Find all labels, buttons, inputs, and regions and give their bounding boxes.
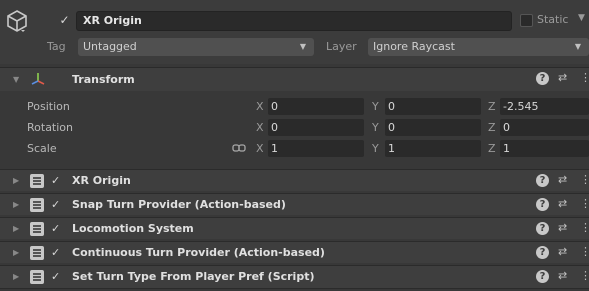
- help-icon[interactable]: ?: [536, 174, 549, 187]
- preset-icon[interactable]: ⇄: [558, 173, 567, 186]
- active-checkbox[interactable]: ✓: [58, 14, 71, 27]
- component-title: Snap Turn Provider (Action-based): [72, 198, 286, 211]
- more-icon[interactable]: ⋮: [580, 221, 589, 234]
- help-icon[interactable]: ?: [536, 270, 549, 283]
- more-icon[interactable]: ⋮: [580, 269, 589, 282]
- scale-x-label[interactable]: X: [256, 142, 264, 155]
- component-continuous-turn-provider[interactable]: ▶ ✓ Continuous Turn Provider (Action-bas…: [0, 241, 589, 263]
- foldout-arrow-icon[interactable]: ▶: [13, 224, 19, 233]
- position-y-field[interactable]: 0: [385, 98, 481, 115]
- component-enabled-checkbox[interactable]: ✓: [51, 270, 60, 283]
- script-icon: [30, 198, 44, 212]
- transform-title: Transform: [72, 73, 135, 86]
- constrain-proportions-link-icon[interactable]: [232, 143, 246, 153]
- scale-z-label[interactable]: Z: [488, 142, 496, 155]
- rotation-label: Rotation: [27, 121, 74, 134]
- preset-icon[interactable]: ⇄: [558, 71, 567, 84]
- scale-y-label[interactable]: Y: [372, 142, 379, 155]
- layer-label: Layer: [326, 40, 357, 53]
- position-z-label[interactable]: Z: [488, 100, 496, 113]
- component-xr-origin[interactable]: ▶ ✓ XR Origin ? ⇄ ⋮: [0, 169, 589, 191]
- chevron-down-icon: ▼: [574, 42, 581, 51]
- help-icon[interactable]: ?: [536, 72, 549, 85]
- component-title: Continuous Turn Provider (Action-based): [72, 246, 325, 259]
- foldout-arrow-icon[interactable]: ▶: [13, 200, 19, 209]
- preset-icon[interactable]: ⇄: [558, 197, 567, 210]
- rotation-x-field[interactable]: 0: [268, 119, 364, 136]
- gameobject-header: ✓ XR Origin Static ▼ Tag Untagged ▼ Laye…: [0, 0, 589, 64]
- chevron-down-icon: ▼: [299, 42, 306, 51]
- component-title: Locomotion System: [72, 222, 194, 235]
- gameobject-cube-icon: [7, 10, 27, 32]
- component-title: Set Turn Type From Player Pref (Script): [72, 270, 315, 283]
- component-enabled-checkbox[interactable]: ✓: [51, 246, 60, 259]
- position-x-label[interactable]: X: [256, 100, 264, 113]
- component-title: XR Origin: [72, 174, 131, 187]
- position-z-field[interactable]: -2.545: [500, 98, 589, 115]
- tag-dropdown[interactable]: Untagged ▼: [78, 38, 314, 56]
- script-icon: [30, 246, 44, 260]
- gameobject-name-field[interactable]: XR Origin: [76, 11, 512, 31]
- tag-dropdown-value: Untagged: [83, 40, 137, 53]
- help-icon[interactable]: ?: [536, 222, 549, 235]
- layer-dropdown[interactable]: Ignore Raycast ▼: [368, 38, 589, 56]
- component-enabled-checkbox[interactable]: ✓: [51, 222, 60, 235]
- scale-z-field[interactable]: 1: [500, 140, 589, 157]
- component-enabled-checkbox[interactable]: ✓: [51, 174, 60, 187]
- script-icon: [30, 270, 44, 284]
- position-x-field[interactable]: 0: [268, 98, 364, 115]
- tag-label: Tag: [47, 40, 66, 53]
- static-checkbox[interactable]: [520, 14, 533, 27]
- transform-axes-icon: [31, 73, 45, 85]
- scale-x-field[interactable]: 1: [268, 140, 364, 157]
- rotation-y-field[interactable]: 0: [385, 119, 481, 136]
- more-icon[interactable]: ⋮: [580, 245, 589, 258]
- layer-dropdown-value: Ignore Raycast: [373, 40, 455, 53]
- more-icon[interactable]: ⋮: [580, 71, 589, 84]
- rotation-z-label[interactable]: Z: [488, 121, 496, 134]
- position-label: Position: [27, 100, 70, 113]
- scale-y-field[interactable]: 1: [385, 140, 481, 157]
- preset-icon[interactable]: ⇄: [558, 269, 567, 282]
- script-icon: [30, 174, 44, 188]
- preset-icon[interactable]: ⇄: [558, 221, 567, 234]
- transform-body: Position X 0 Y 0 Z -2.545 Rotation X 0 Y…: [0, 92, 589, 160]
- static-dropdown-arrow-icon[interactable]: ▼: [578, 13, 585, 23]
- rotation-x-label[interactable]: X: [256, 121, 264, 134]
- component-enabled-checkbox[interactable]: ✓: [51, 198, 60, 211]
- help-icon[interactable]: ?: [536, 198, 549, 211]
- component-locomotion-system[interactable]: ▶ ✓ Locomotion System ? ⇄ ⋮: [0, 217, 589, 239]
- component-set-turn-type[interactable]: ▶ ✓ Set Turn Type From Player Pref (Scri…: [0, 265, 589, 289]
- foldout-arrow-icon[interactable]: ▶: [13, 248, 19, 257]
- position-y-label[interactable]: Y: [372, 100, 379, 113]
- scale-label: Scale: [27, 142, 57, 155]
- more-icon[interactable]: ⋮: [580, 173, 589, 186]
- help-icon[interactable]: ?: [536, 246, 549, 259]
- foldout-arrow-icon[interactable]: ▶: [13, 176, 19, 185]
- rotation-y-label[interactable]: Y: [372, 121, 379, 134]
- foldout-arrow-icon[interactable]: ▼: [13, 75, 19, 84]
- more-icon[interactable]: ⋮: [580, 197, 589, 210]
- static-label: Static: [537, 13, 569, 26]
- script-icon: [30, 222, 44, 236]
- preset-icon[interactable]: ⇄: [558, 245, 567, 258]
- component-snap-turn-provider[interactable]: ▶ ✓ Snap Turn Provider (Action-based) ? …: [0, 193, 589, 215]
- transform-header[interactable]: ▼ Transform ? ⇄ ⋮: [0, 67, 589, 91]
- rotation-z-field[interactable]: 0: [500, 119, 589, 136]
- foldout-arrow-icon[interactable]: ▶: [13, 272, 19, 281]
